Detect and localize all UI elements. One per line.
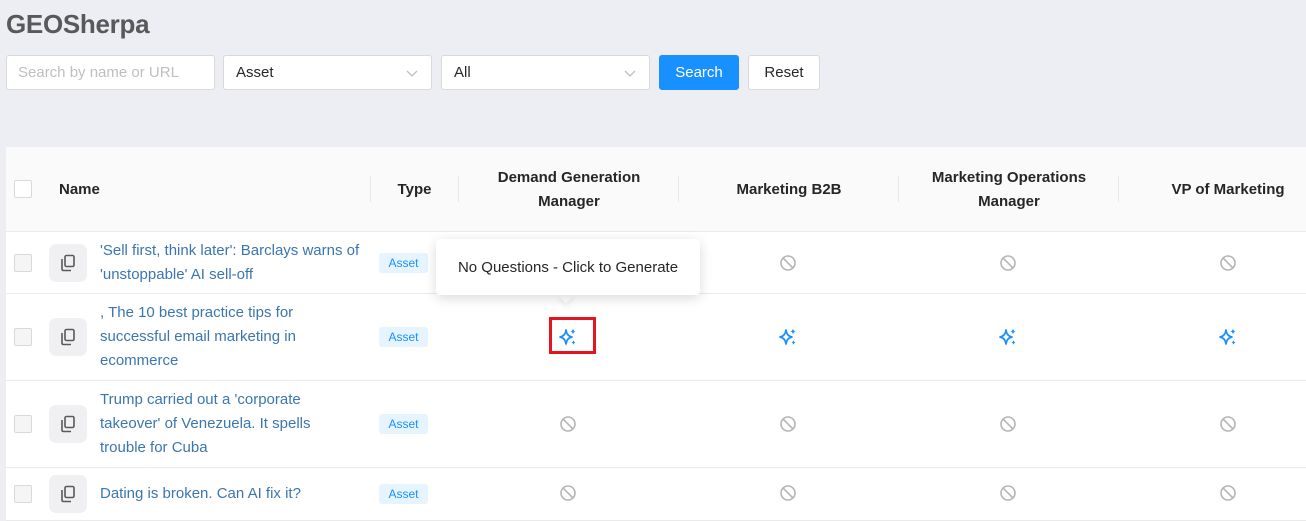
no-questions-icon[interactable]: [1218, 483, 1238, 503]
table-row: , The 10 best practice tips for successf…: [6, 294, 1306, 381]
no-questions-icon[interactable]: [778, 414, 798, 434]
column-header-type[interactable]: Type: [371, 147, 458, 232]
chevron-down-icon: [624, 70, 636, 77]
table-row: Dating is broken. Can AI fix it? Asset: [6, 468, 1306, 521]
column-header-demand-gen[interactable]: Demand Generation Manager: [476, 147, 662, 232]
search-input-placeholder: Search by name or URL: [18, 64, 179, 81]
no-questions-icon[interactable]: [558, 414, 578, 434]
column-divider: [458, 176, 459, 202]
row-checkbox[interactable]: [14, 254, 32, 272]
search-input[interactable]: Search by name or URL: [6, 55, 215, 90]
status-select-value: All: [454, 64, 471, 81]
document-icon[interactable]: [49, 318, 87, 356]
document-icon[interactable]: [49, 244, 87, 282]
generate-sparkle-icon[interactable]: [998, 327, 1018, 347]
no-questions-icon[interactable]: [778, 253, 798, 273]
generate-tooltip: No Questions - Click to Generate: [436, 239, 700, 295]
no-questions-icon[interactable]: [998, 414, 1018, 434]
document-icon[interactable]: [49, 475, 87, 513]
asset-name-link[interactable]: Dating is broken. Can AI fix it?: [100, 482, 370, 506]
asset-name-link[interactable]: Trump carried out a 'corporate takeover'…: [100, 388, 340, 460]
asset-name-link[interactable]: 'Sell first, think later': Barclays warn…: [100, 239, 370, 287]
column-header-vp-marketing[interactable]: VP of Marketing: [1119, 147, 1306, 232]
highlight-box: [549, 317, 596, 354]
no-questions-icon[interactable]: [778, 483, 798, 503]
table-row: Trump carried out a 'corporate takeover'…: [6, 381, 1306, 468]
row-checkbox[interactable]: [14, 328, 32, 346]
type-badge: Asset: [379, 327, 428, 347]
column-header-marketing-ops[interactable]: Marketing Operations Manager: [909, 147, 1109, 232]
no-questions-icon[interactable]: [1218, 253, 1238, 273]
app-title: GEOSherpa: [6, 9, 150, 39]
row-checkbox[interactable]: [14, 485, 32, 503]
type-badge: Asset: [379, 484, 428, 504]
no-questions-icon[interactable]: [998, 483, 1018, 503]
chevron-down-icon: [406, 70, 418, 77]
status-select[interactable]: All: [441, 55, 650, 90]
type-badge: Asset: [379, 253, 428, 273]
type-select[interactable]: Asset: [223, 55, 432, 90]
no-questions-icon[interactable]: [998, 253, 1018, 273]
asset-name-link[interactable]: , The 10 best practice tips for successf…: [100, 301, 340, 373]
no-questions-icon[interactable]: [558, 483, 578, 503]
table-header: Name Type Demand Generation Manager Mark…: [6, 147, 1306, 232]
select-all-checkbox[interactable]: [14, 180, 32, 198]
generate-sparkle-icon[interactable]: [778, 327, 798, 347]
column-header-marketing-b2b[interactable]: Marketing B2B: [679, 147, 899, 232]
assets-table: Name Type Demand Generation Manager Mark…: [6, 147, 1306, 521]
document-icon[interactable]: [49, 405, 87, 443]
type-badge: Asset: [379, 414, 428, 434]
reset-button[interactable]: Reset: [748, 55, 820, 90]
no-questions-icon[interactable]: [1218, 414, 1238, 434]
type-select-value: Asset: [236, 64, 274, 81]
column-header-name[interactable]: Name: [59, 147, 259, 232]
search-button[interactable]: Search: [659, 55, 739, 90]
column-divider: [898, 176, 899, 202]
row-checkbox[interactable]: [14, 415, 32, 433]
generate-sparkle-icon[interactable]: [1218, 327, 1238, 347]
